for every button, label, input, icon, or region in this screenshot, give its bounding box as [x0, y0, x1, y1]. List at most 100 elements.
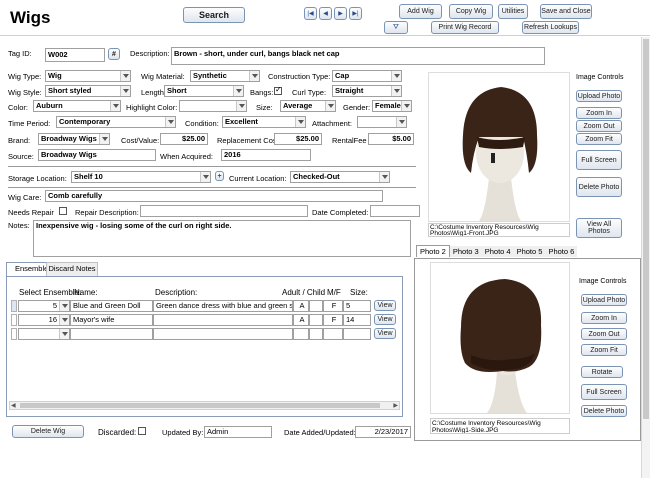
scroll-right-icon[interactable]: ▶ [393, 402, 398, 409]
wig-style-label: Wig Style: [8, 88, 42, 97]
repair-description-field[interactable] [140, 205, 308, 217]
filter-button[interactable]: ⛛ [384, 21, 408, 34]
ensemble-size[interactable]: 5 [343, 300, 371, 312]
construction-type-dropdown[interactable]: Cap [332, 70, 402, 82]
save-close-button[interactable]: Save and Close [540, 4, 592, 19]
tab-photo-4[interactable]: Photo 4 [481, 246, 514, 257]
size-dropdown[interactable]: Average [280, 100, 336, 112]
ensemble-adult-child[interactable]: A [293, 300, 309, 312]
ensemble-select-dropdown[interactable] [18, 328, 70, 340]
zoom-in-button[interactable]: Zoom In [581, 312, 627, 324]
current-location-dropdown[interactable]: Checked-Out [290, 171, 390, 183]
record-selector[interactable] [11, 328, 17, 340]
record-selector[interactable] [11, 314, 17, 326]
ensemble-mf[interactable] [323, 328, 343, 340]
scrollbar-thumb[interactable] [20, 403, 380, 408]
description-field[interactable]: Brown - short, under curl, bangs black n… [171, 47, 545, 65]
condition-dropdown[interactable]: Excellent [222, 116, 306, 128]
ensemble-mf[interactable]: F [323, 300, 343, 312]
length-dropdown[interactable]: Short [164, 85, 244, 97]
bangs-checkbox[interactable]: ✓ [274, 85, 282, 95]
record-selector[interactable] [11, 300, 17, 312]
highlight-color-dropdown[interactable] [179, 100, 247, 112]
wig-care-field[interactable]: Comb carefully [45, 190, 383, 202]
when-acquired-field[interactable]: 2016 [221, 149, 311, 161]
full-screen-button[interactable]: Full Screen [581, 384, 627, 400]
storage-location-dropdown[interactable]: Shelf 10 [71, 171, 211, 183]
ensemble-description[interactable] [153, 328, 293, 340]
copy-wig-button[interactable]: Copy Wig [449, 4, 493, 19]
replacement-cost-field[interactable]: $25.00 [274, 133, 322, 145]
cost-value-field[interactable]: $25.00 [160, 133, 208, 145]
zoom-fit-button[interactable]: Zoom Fit [576, 133, 622, 145]
date-completed-field[interactable] [370, 205, 420, 217]
first-record-button[interactable]: |◀ [304, 7, 317, 20]
discarded-checkbox[interactable] [138, 427, 146, 435]
print-wig-record-button[interactable]: Print Wig Record [431, 21, 499, 34]
upload-photo-button[interactable]: Upload Photo [576, 90, 622, 102]
updated-by-field[interactable]: Admin [204, 426, 272, 438]
ensemble-description[interactable]: Green dance dress with blue and green sk… [153, 300, 293, 312]
tab-photo-5[interactable]: Photo 5 [513, 246, 546, 257]
color-dropdown[interactable]: Auburn [33, 100, 121, 112]
search-button[interactable]: Search [183, 7, 245, 23]
wig-style-dropdown[interactable]: Short styled [45, 85, 131, 97]
gender-dropdown[interactable]: Female [372, 100, 412, 112]
zoom-fit-button[interactable]: Zoom Fit [581, 344, 627, 356]
ensemble-select-dropdown[interactable]: 5 [18, 300, 70, 312]
curl-type-dropdown[interactable]: Straight [332, 85, 402, 97]
scroll-left-icon[interactable]: ◀ [11, 402, 16, 409]
ensemble-description[interactable] [153, 314, 293, 326]
ensemble-select-dropdown[interactable]: 16 [18, 314, 70, 326]
tab-photo-2[interactable]: Photo 2 [416, 245, 450, 257]
utilities-button[interactable]: Utilities [498, 4, 528, 19]
next-record-button[interactable]: ▶ [334, 7, 347, 20]
tab-photo-6[interactable]: Photo 6 [545, 246, 578, 257]
previous-record-button[interactable]: ◀ [319, 7, 332, 20]
add-storage-location-button[interactable]: + [215, 171, 224, 181]
full-screen-button[interactable]: Full Screen [576, 150, 622, 170]
wig-side-photo[interactable] [430, 262, 570, 414]
view-all-photos-button[interactable]: View All Photos [576, 218, 622, 238]
refresh-lookups-button[interactable]: Refresh Lookups [522, 21, 579, 34]
tab-photo-3[interactable]: Photo 3 [449, 246, 482, 257]
wig-type-dropdown[interactable]: Wig [45, 70, 131, 82]
ensemble-name[interactable] [70, 328, 153, 340]
ensemble-name[interactable]: Blue and Green Doll [70, 300, 153, 312]
tag-id-field[interactable]: W002 [45, 48, 105, 62]
source-field[interactable]: Broadway Wigs [38, 149, 156, 161]
horizontal-scrollbar[interactable]: ◀ ▶ [9, 401, 400, 410]
add-wig-button[interactable]: Add Wig [399, 4, 442, 19]
view-ensemble-button[interactable]: View [374, 328, 396, 339]
ensemble-name[interactable]: Mayor's wife [70, 314, 153, 326]
ensemble-adult-child[interactable]: A [293, 314, 309, 326]
wig-material-dropdown[interactable]: Synthetic [190, 70, 260, 82]
brand-dropdown[interactable]: Broadway Wigs [38, 133, 110, 145]
attachment-dropdown[interactable] [357, 116, 407, 128]
ensemble-mf[interactable]: F [323, 314, 343, 326]
view-ensemble-button[interactable]: View [374, 300, 396, 311]
rental-fee-field[interactable]: $5.00 [368, 133, 414, 145]
time-period-dropdown[interactable]: Contemporary [56, 116, 176, 128]
tab-discard-notes[interactable]: Discard Notes [46, 262, 98, 276]
date-added-field[interactable]: 2/23/2017 [355, 426, 411, 438]
ensemble-size[interactable] [343, 328, 371, 340]
zoom-out-button[interactable]: Zoom Out [576, 120, 622, 132]
vertical-scrollbar[interactable] [641, 37, 650, 478]
notes-field[interactable]: Inexpensive wig - losing some of the cur… [33, 220, 411, 257]
view-ensemble-button[interactable]: View [374, 314, 396, 325]
ensemble-adult-child[interactable] [293, 328, 309, 340]
delete-photo-button[interactable]: Delete Photo [576, 177, 622, 197]
wig-front-photo[interactable] [428, 72, 570, 222]
last-record-button[interactable]: ▶| [349, 7, 362, 20]
needs-repair-checkbox[interactable] [59, 207, 67, 215]
scrollbar-thumb[interactable] [643, 39, 649, 419]
tag-id-generate-button[interactable]: # [108, 48, 120, 60]
zoom-in-button[interactable]: Zoom In [576, 107, 622, 119]
ensemble-size[interactable]: 14 [343, 314, 371, 326]
delete-photo-button[interactable]: Delete Photo [581, 405, 627, 417]
zoom-out-button[interactable]: Zoom Out [581, 328, 627, 340]
rotate-button[interactable]: Rotate [581, 366, 623, 378]
upload-photo-button[interactable]: Upload Photo [581, 294, 627, 306]
delete-wig-button[interactable]: Delete Wig [12, 425, 84, 438]
